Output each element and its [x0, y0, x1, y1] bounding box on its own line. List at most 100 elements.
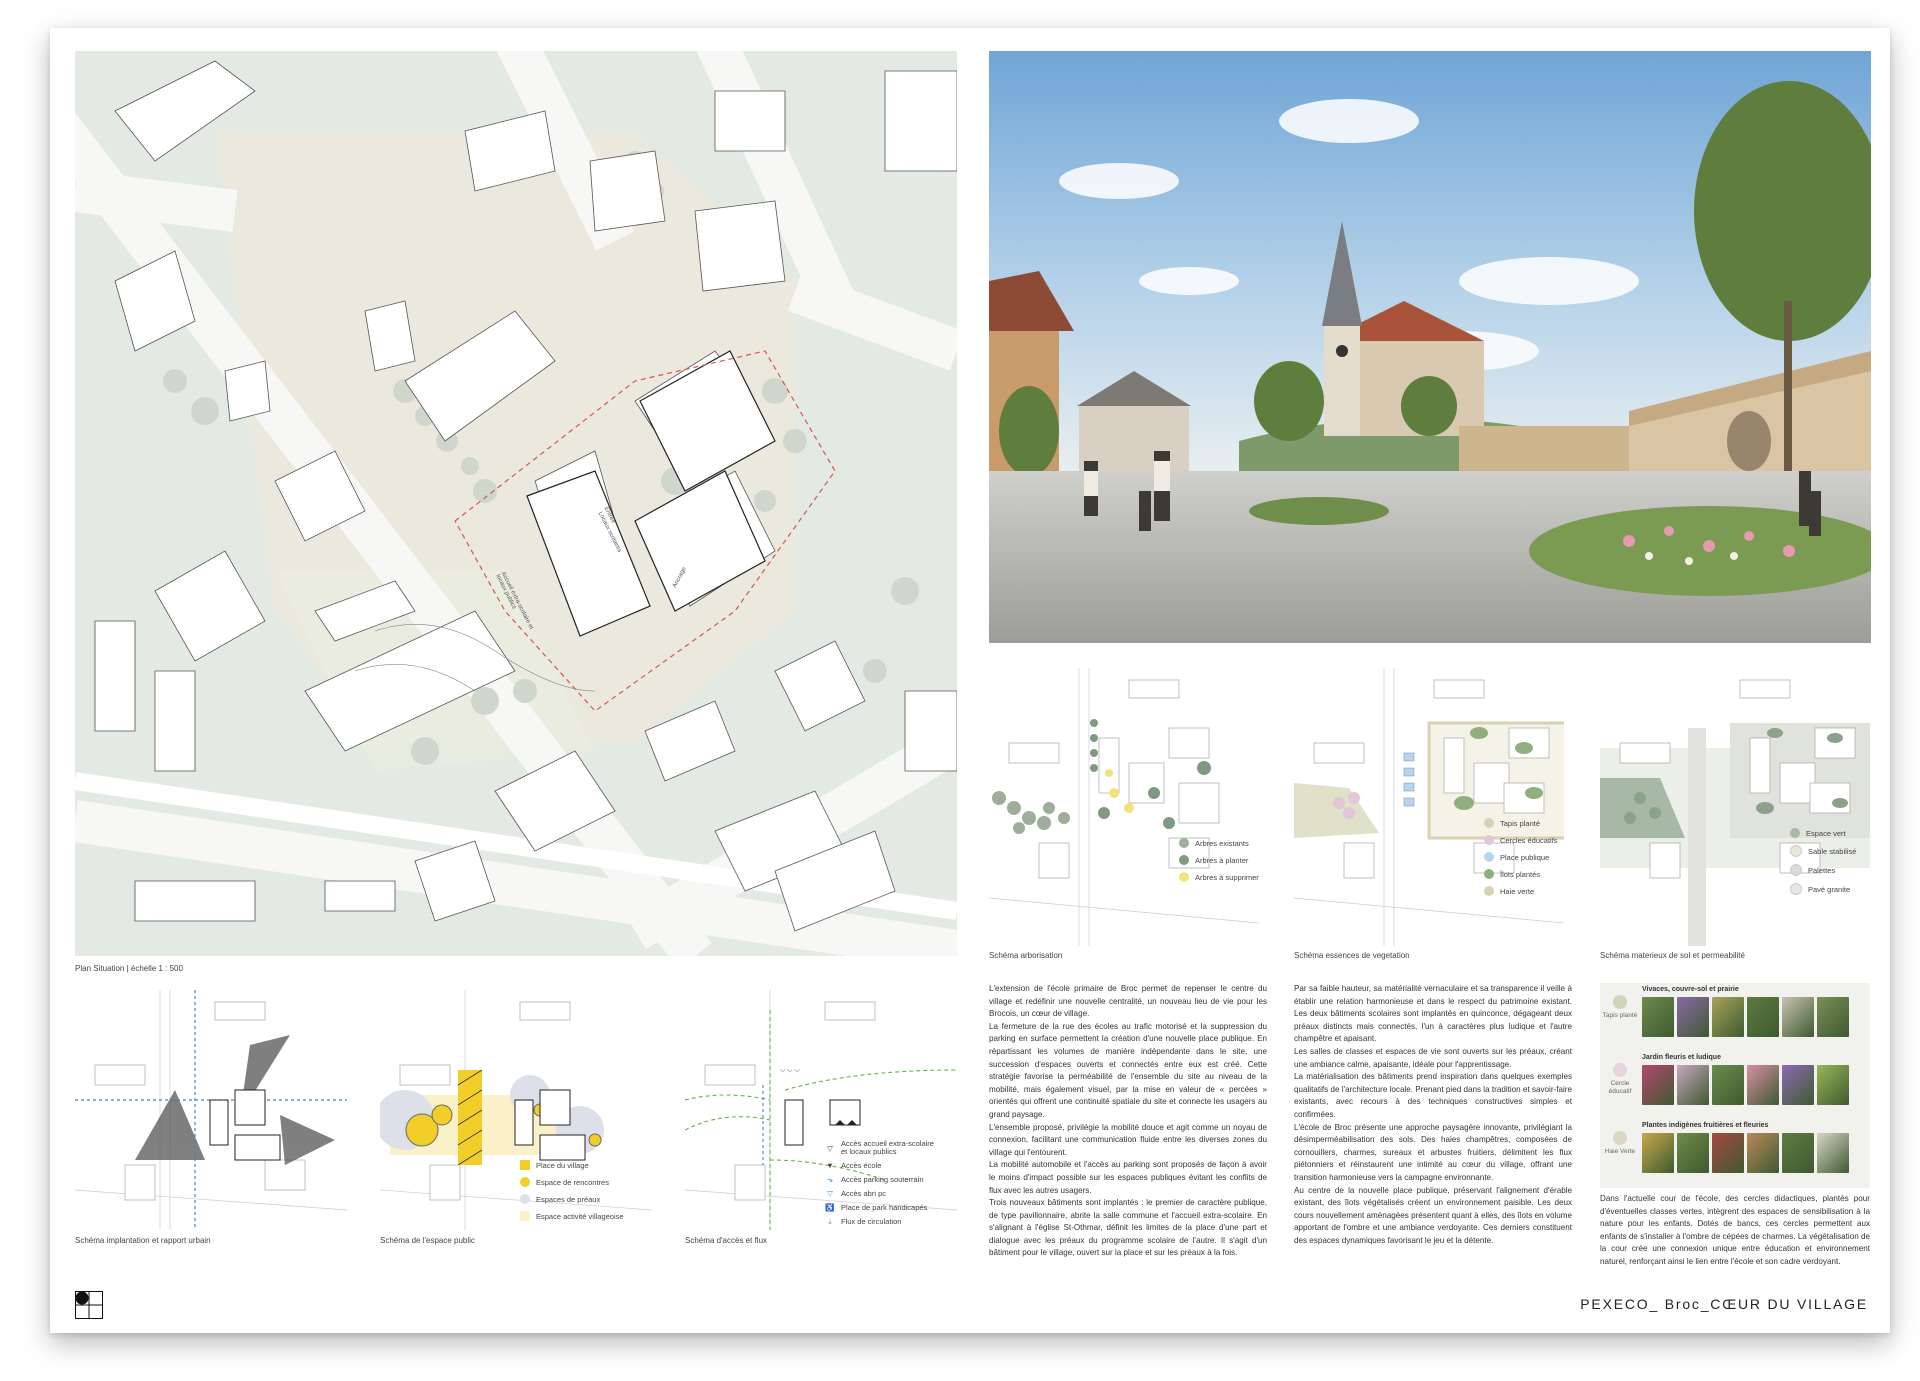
- legend-label: Place de park handicapés: [841, 1203, 928, 1212]
- legend-swatch: [1790, 883, 1802, 895]
- legend-swatch: [520, 1211, 530, 1221]
- schema-implantation-caption: Schéma implantation et rapport urbain: [75, 1236, 211, 1245]
- legend-label: Flux de circulation: [841, 1217, 902, 1226]
- access-triangle-filled-icon: ▼: [826, 1161, 834, 1170]
- legend-item: ⇣ Flux de circulation: [825, 1217, 941, 1226]
- plant-photo: [1677, 1133, 1709, 1173]
- plant-category: Tapis planté: [1602, 995, 1638, 1020]
- legend-item: Place publique: [1484, 852, 1558, 862]
- legend-swatch: [1484, 818, 1494, 828]
- site-plan-drawing: [75, 51, 957, 956]
- paragraph: Par sa faible hauteur, sa matérialité ve…: [1294, 984, 1572, 1044]
- legend-item: ⬎ Accès parking souterrain: [825, 1175, 941, 1184]
- plant-photo: [1677, 1065, 1709, 1105]
- paragraph: La mobilité automobile et l'accès au par…: [989, 1160, 1267, 1195]
- plant-category-label: Cercle éducatif: [1608, 1080, 1632, 1095]
- plant-row-title: Jardin fleuris et ludique: [1642, 1054, 1721, 1061]
- legend-label: Pavé granite: [1808, 884, 1851, 894]
- plant-photo: [1677, 997, 1709, 1037]
- legend-label: Place du village: [536, 1160, 589, 1170]
- legend-swatch: [1484, 852, 1494, 862]
- schema-arborisation-drawing: [989, 668, 1259, 946]
- plant-photo: [1642, 1065, 1674, 1105]
- plant-category-label: Tapis planté: [1602, 1012, 1638, 1019]
- schema-implantation-drawing: [75, 990, 347, 1230]
- plant-category-swatch: [1613, 1063, 1627, 1077]
- legend-label: Espace vert: [1806, 828, 1846, 838]
- legend-label: Arbres à planter: [1195, 855, 1249, 865]
- legend-label: Accès parking souterrain: [841, 1175, 924, 1184]
- plant-photo: [1817, 1133, 1849, 1173]
- legend-item: Pavé granite: [1790, 883, 1856, 895]
- schema-arborisation: Arbres existants Arbres à planter Arbres…: [989, 668, 1259, 946]
- paragraph: L'extension de l'école primaire de Broc …: [989, 984, 1267, 1019]
- plant-category-label: Haie Verte: [1604, 1148, 1636, 1155]
- legend-swatch: [1790, 845, 1802, 857]
- schema-vegetation-caption: Schéma essences de vegetation: [1294, 951, 1410, 960]
- plant-category: Cercle éducatif: [1602, 1063, 1638, 1096]
- plant-photo: [1747, 1133, 1779, 1173]
- plant-photo-strip: [1642, 1065, 1852, 1105]
- legend-item: ▽ Accès accueil extra-scolaire et locaux …: [825, 1140, 941, 1156]
- legend-item: Palettes: [1790, 864, 1856, 876]
- plant-photo: [1712, 997, 1744, 1037]
- paragraph: Les salles de classes et espaces de vie …: [1294, 1046, 1572, 1069]
- legend-item: ▽ Accès abri pc: [825, 1189, 941, 1198]
- plant-photo: [1817, 1065, 1849, 1105]
- plant-row: Haie Verte Plantes indigènes fruitières e…: [1600, 1119, 1870, 1187]
- legend-label: Espace activité villageoise: [536, 1211, 624, 1221]
- legend-item: ▼ Accès école: [825, 1161, 941, 1170]
- poster-board: Entrée Locaux scolaires Accueil extra-sc…: [50, 28, 1890, 1333]
- legend-label: Arbres à supprimer: [1195, 872, 1259, 882]
- village-square-render: [989, 51, 1871, 643]
- accessible-parking-icon: ♿: [825, 1203, 835, 1212]
- schema-materiaux-caption: Schéma materieux de sol et permeabilité: [1600, 951, 1745, 960]
- legend-vegetation: Tapis planté Cercles éducatifs Place pub…: [1484, 818, 1558, 903]
- legend-label: Sable stabilisé: [1808, 846, 1857, 856]
- legend-item: Espace activité villageoise: [520, 1211, 624, 1221]
- access-triangle-outline-icon: ▽: [827, 1143, 833, 1153]
- plant-photo: [1712, 1065, 1744, 1105]
- plant-photo: [1782, 1133, 1814, 1173]
- legend-item: Espaces de préaux: [520, 1194, 624, 1204]
- schema-acces-flux: ⌵ ⌵ ⌵ ▽ Accès accueil extra-scolaire et l…: [685, 990, 957, 1230]
- legend-item: Tapis planté: [1484, 818, 1558, 828]
- legend-swatch: [520, 1160, 530, 1170]
- legend-label: Espace de rencontres: [536, 1177, 609, 1187]
- site-plan-caption: Plan Situation | échelle 1 : 500: [75, 964, 183, 973]
- plant-photo: [1747, 1065, 1779, 1105]
- legend-label: Accès abri pc: [841, 1189, 887, 1198]
- legend-swatch: [1790, 864, 1802, 876]
- legend-label: Cercles éducatifs: [1500, 835, 1558, 845]
- paragraph: La matérialisation des bâtiments prend i…: [1294, 1072, 1572, 1119]
- legend-label: Espaces de préaux: [536, 1194, 601, 1204]
- paragraph: Trois nouveaux bâtiments sont implantés …: [989, 1198, 1267, 1258]
- legend-label: Palettes: [1808, 865, 1836, 875]
- text-column-2: Par sa faible hauteur, sa matérialité ve…: [1294, 983, 1572, 1247]
- text-column-3: Dans l'actuelle cour de l'école, des cer…: [1600, 1193, 1870, 1269]
- legend-swatch: [1179, 872, 1189, 882]
- legend-label: Haie verte: [1500, 886, 1535, 896]
- legend-label: Accès école: [841, 1161, 882, 1170]
- paragraph: Au centre de la nouvelle place publique,…: [1294, 1185, 1572, 1245]
- plant-palette: Tapis planté Vivaces, couvre-sol et prair…: [1600, 983, 1870, 1188]
- legend-espace-public: Place du village Espace de rencontres Es…: [520, 1160, 624, 1228]
- schema-espace-public-caption: Schéma de l'espace public: [380, 1236, 475, 1245]
- legend-item: Arbres existants: [1179, 838, 1259, 848]
- legend-label: Arbres existants: [1195, 838, 1249, 848]
- legend-label: Accès accueil extra-scolaire et locaux p…: [841, 1139, 934, 1156]
- legend-swatch: [1790, 828, 1800, 838]
- legend-item: Arbres à planter: [1179, 855, 1259, 865]
- logo-icon: [75, 1291, 103, 1319]
- legend-swatch: [1484, 886, 1494, 896]
- paragraph: L'ensemble proposé, privilégie la mobili…: [989, 1122, 1267, 1157]
- legend-swatch: [1179, 838, 1189, 848]
- legend-label: Tapis planté: [1500, 818, 1541, 828]
- legend-swatch: [520, 1177, 530, 1187]
- schema-materiaux: Espace vert Sable stabilisé Palettes Pav…: [1600, 668, 1870, 946]
- schema-espace-public: Place du village Espace de rencontres Es…: [380, 990, 652, 1230]
- legend-acces-flux: ▽ Accès accueil extra-scolaire et locaux …: [825, 1140, 941, 1230]
- plant-photo: [1712, 1133, 1744, 1173]
- legend-item: Espace vert: [1790, 828, 1856, 838]
- legend-swatch: [1179, 855, 1189, 865]
